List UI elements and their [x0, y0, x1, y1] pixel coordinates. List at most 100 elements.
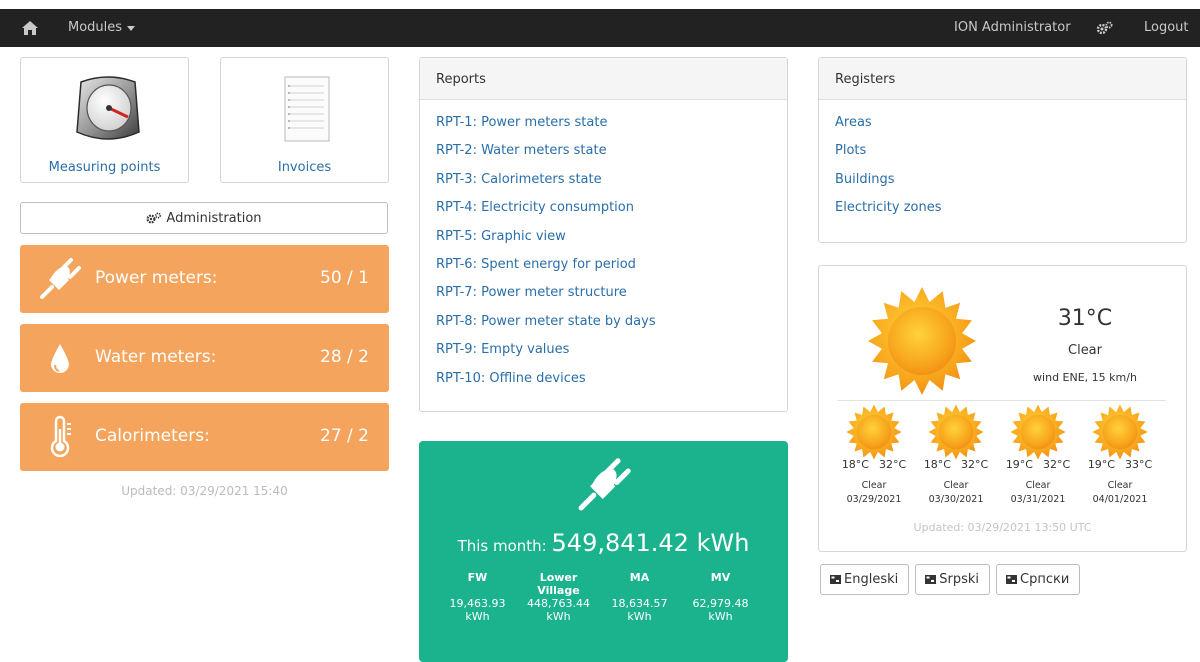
month-value: 549,841.42 kWh — [551, 529, 750, 557]
report-link-rpt-7[interactable]: RPT-7: Power meter structure — [436, 279, 771, 307]
current-temperature: 31°C — [1057, 306, 1113, 331]
meters-updated-text: Updated: 03/29/2021 15:40 — [121, 484, 288, 498]
language-button-engleski[interactable]: Engleski — [820, 564, 910, 595]
forecast-day: 18°C 32°C Clear 03/29/2021 — [833, 404, 915, 505]
register-link-electricity-zones[interactable]: Electricity zones — [835, 194, 1170, 222]
divider — [837, 400, 1166, 401]
report-link-rpt-10[interactable]: RPT-10: Offline devices — [436, 365, 771, 393]
meter-label: Calorimeters: — [95, 426, 210, 446]
chevron-down-icon — [127, 26, 136, 31]
language-label: Engleski — [844, 572, 899, 587]
forecast-high: 32°C — [1043, 458, 1071, 471]
forecast-day: 18°C 32°C Clear 03/30/2021 — [915, 404, 997, 505]
modules-menu[interactable]: Modules — [68, 20, 136, 35]
measuring-points-tile[interactable]: Measuring points — [20, 57, 189, 183]
water-drop-icon — [51, 344, 69, 373]
plug-icon — [578, 458, 631, 511]
zone-name: MA — [629, 571, 650, 584]
gears-icon[interactable] — [1096, 21, 1113, 35]
report-link-rpt-4[interactable]: RPT-4: Electricity consumption — [436, 194, 771, 222]
report-link-rpt-8[interactable]: RPT-8: Power meter state by days — [436, 308, 771, 336]
registers-title: Registers — [819, 58, 1186, 100]
language-button-srpski-cyrillic[interactable]: Српски — [996, 564, 1081, 595]
register-link-buildings[interactable]: Buildings — [835, 166, 1170, 194]
energy-consumption-panel: This month: 549,841.42 kWh FW 19,463.93 … — [419, 441, 788, 662]
sun-icon — [1092, 404, 1148, 460]
forecast-condition: Clear — [943, 480, 969, 491]
report-link-rpt-9[interactable]: RPT-9: Empty values — [436, 336, 771, 364]
calorimeters-tile[interactable]: Calorimeters: 27 / 2 — [20, 403, 389, 471]
user-name-link[interactable]: ION Administrator — [954, 20, 1071, 35]
month-label: This month: — [457, 537, 547, 555]
report-link-rpt-6[interactable]: RPT-6: Spent energy for period — [436, 251, 771, 279]
zone-unit: kWh — [627, 610, 652, 623]
invoice-document-icon — [284, 76, 330, 142]
forecast-date: 04/01/2021 — [1092, 494, 1148, 505]
water-meters-tile[interactable]: Water meters: 28 / 2 — [20, 324, 389, 392]
zone-unit: kWh — [465, 610, 490, 623]
forecast-high: 33°C — [1125, 458, 1153, 471]
sun-icon — [928, 404, 984, 460]
forecast-day: 19°C 32°C Clear 03/31/2021 — [997, 404, 1079, 505]
power-meters-tile[interactable]: Power meters: 50 / 1 — [20, 245, 389, 313]
flag-icon — [925, 575, 937, 584]
forecast-high: 32°C — [961, 458, 989, 471]
wind-info: wind ENE, 15 km/h — [1033, 371, 1137, 384]
report-link-rpt-1[interactable]: RPT-1: Power meters state — [436, 109, 771, 137]
zone-name: FW — [467, 571, 488, 584]
meter-label: Power meters: — [95, 268, 218, 288]
forecast-condition: Clear — [1107, 480, 1133, 491]
language-switcher: Engleski Srpski Српски — [820, 564, 1081, 595]
forecast-low: 19°C — [1087, 458, 1115, 471]
flag-icon — [830, 575, 841, 584]
weather-updated-text: Updated: 03/29/2021 13:50 UTC — [913, 521, 1092, 534]
forecast-date: 03/31/2021 — [1010, 494, 1066, 505]
forecast-high: 32°C — [879, 458, 907, 471]
language-button-srpski[interactable]: Srpski — [915, 564, 990, 595]
report-link-rpt-3[interactable]: RPT-3: Calorimeters state — [436, 166, 771, 194]
meter-label: Water meters: — [95, 347, 217, 367]
report-link-rpt-2[interactable]: RPT-2: Water meters state — [436, 137, 771, 165]
zone-unit: kWh — [546, 610, 571, 623]
sun-icon — [1010, 404, 1066, 460]
meter-count: 50 / 1 — [320, 268, 369, 288]
forecast-low: 18°C — [841, 458, 869, 471]
meter-count: 27 / 2 — [320, 426, 369, 446]
forecast-low: 19°C — [1005, 458, 1033, 471]
zone-value: 448,763.44 — [527, 597, 590, 610]
report-link-rpt-5[interactable]: RPT-5: Graphic view — [436, 223, 771, 251]
home-icon[interactable] — [21, 20, 39, 36]
zone-name: Lower Village — [537, 571, 580, 597]
invoices-tile[interactable]: Invoices — [220, 57, 389, 183]
zone-value: 62,979.48 — [692, 597, 749, 610]
month-consumption: This month: 549,841.42 kWh — [419, 529, 788, 557]
forecast-low: 18°C — [923, 458, 951, 471]
forecast-date: 03/29/2021 — [846, 494, 902, 505]
thermometer-icon — [50, 415, 71, 458]
zone-item: MA 18,634.57 kWh — [599, 571, 680, 623]
modules-label: Modules — [68, 20, 123, 35]
forecast-list: 18°C 32°C Clear 03/29/2021 18°C 32°C Clear… — [833, 404, 1161, 505]
zone-name: MV — [710, 571, 731, 584]
measuring-points-label: Measuring points — [48, 160, 161, 175]
zone-unit: kWh — [708, 610, 733, 623]
top-navbar: Modules ION Administrator Logout — [0, 9, 1200, 47]
register-link-plots[interactable]: Plots — [835, 137, 1170, 165]
zone-value: 19,463.93 — [449, 597, 506, 610]
zone-item: Lower Village 448,763.44 kWh — [518, 571, 599, 623]
logout-link[interactable]: Logout — [1144, 20, 1189, 35]
forecast-condition: Clear — [861, 480, 887, 491]
administration-label: Administration — [166, 210, 262, 226]
invoices-label: Invoices — [277, 160, 332, 175]
sun-icon — [846, 404, 902, 460]
gears-icon — [146, 212, 162, 224]
plug-icon — [40, 258, 81, 299]
forecast-day: 19°C 33°C Clear 04/01/2021 — [1079, 404, 1161, 505]
zone-breakdown: FW 19,463.93 kWh Lower Village 448,763.4… — [437, 571, 761, 623]
reports-panel: Reports RPT-1: Power meters state RPT-2:… — [419, 57, 788, 412]
sun-icon — [868, 287, 976, 395]
language-label: Srpski — [939, 572, 979, 587]
register-link-areas[interactable]: Areas — [835, 109, 1170, 137]
forecast-condition: Clear — [1025, 480, 1051, 491]
administration-button[interactable]: Administration — [20, 202, 388, 234]
